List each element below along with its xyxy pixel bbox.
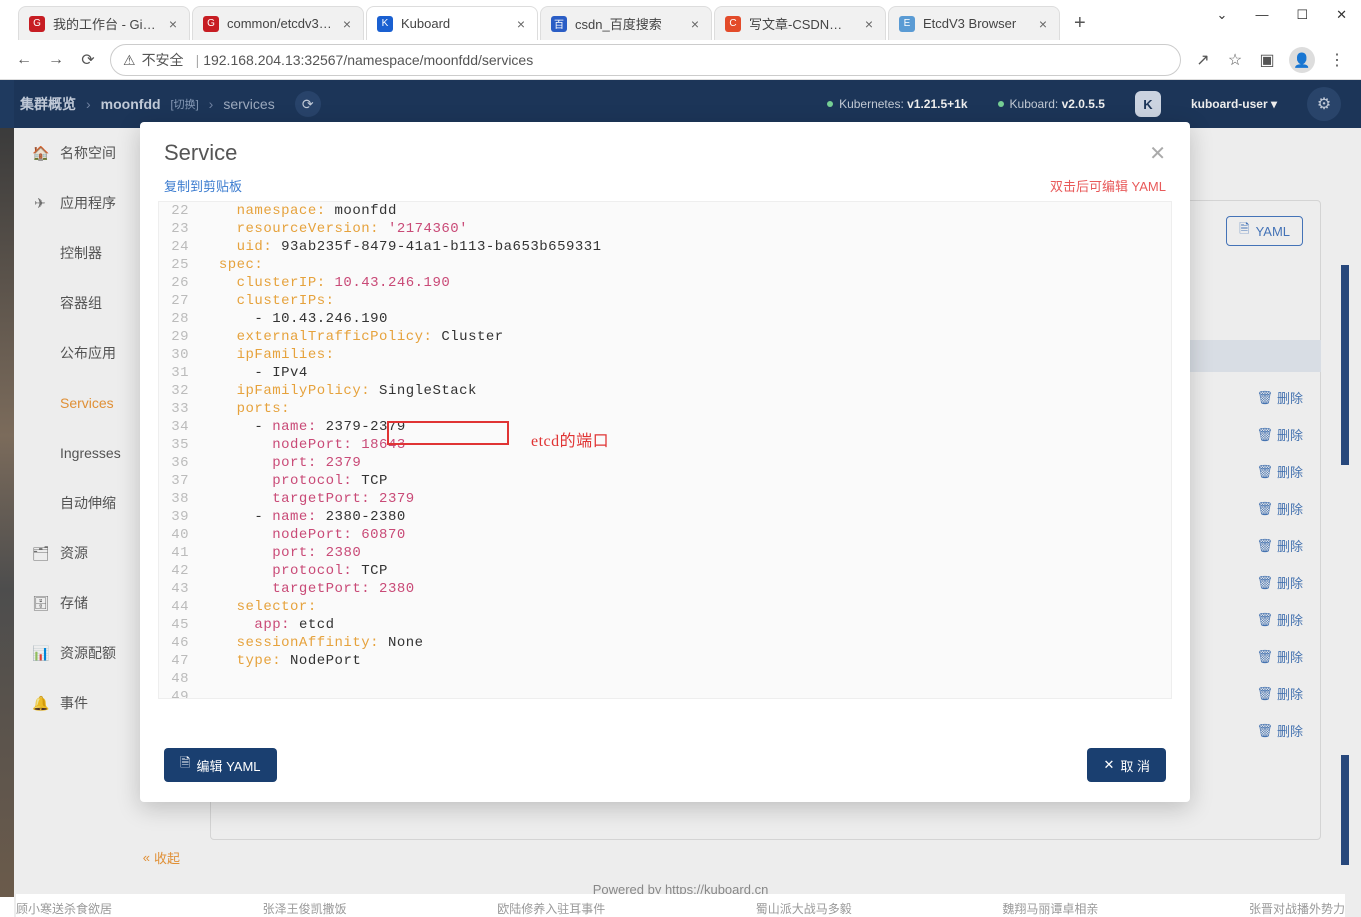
annotation-text: etcd的端口 [531,427,609,451]
headline-item[interactable]: 欧陆修养入驻耳事件 [497,900,605,917]
insecure-warning-icon: ⚠ [123,52,136,69]
annotation-red-box [387,421,509,445]
code-line: 26 clusterIP: 10.43.246.190 [159,274,1171,292]
tab-label: Kuboard [401,16,507,31]
favicon: G [203,16,219,32]
double-click-edit-hint[interactable]: 双击后可编辑 YAML [1050,176,1166,195]
tab-close-icon[interactable]: × [863,16,875,32]
code-line: 23 resourceVersion: '2174360' [159,220,1171,238]
close-icon[interactable]: ✕ [1149,141,1166,166]
browser-tab-0[interactable]: G 我的工作台 - Gitee.c × [18,6,190,40]
tab-label: csdn_百度搜索 [575,14,681,33]
code-line: 41 port: 2380 [159,544,1171,562]
code-line: 36 port: 2379 [159,454,1171,472]
code-line: 37 protocol: TCP [159,472,1171,490]
code-line: 34 - name: 2379-2379 [159,418,1171,436]
yaml-code-area[interactable]: 22 namespace: moonfdd23 resourceVersion:… [158,201,1172,699]
tab-close-icon[interactable]: × [689,16,701,32]
browser-tab-5[interactable]: E EtcdV3 Browser × [888,6,1060,40]
tab-close-icon[interactable]: × [341,16,353,32]
desktop-sliver [0,128,14,897]
modal-title: Service [164,140,237,166]
cancel-button[interactable]: ✕ 取 消 [1087,748,1166,782]
headline-item[interactable]: 张泽王俊凯撒饭 [263,900,347,917]
tab-label: EtcdV3 Browser [923,16,1029,31]
headline-item[interactable]: 顾小寒送杀食欲居 [16,900,112,917]
back-icon[interactable]: ← [14,51,34,69]
code-line: 35 nodePort: 18643 [159,436,1171,454]
edit-icon: 🗎 [180,754,190,776]
bookmark-star-icon[interactable]: ☆ [1225,50,1245,70]
code-line: 38 targetPort: 2379 [159,490,1171,508]
code-line: 45 app: etcd [159,616,1171,634]
edit-yaml-button[interactable]: 🗎 编辑 YAML [164,748,277,782]
copy-to-clipboard-link[interactable]: 复制到剪贴板 [164,176,242,195]
code-line: 39 - name: 2380-2380 [159,508,1171,526]
code-line: 25 spec: [159,256,1171,274]
code-line: 40 nodePort: 60870 [159,526,1171,544]
tab-close-icon[interactable]: × [167,16,179,32]
profile-avatar-icon[interactable]: 👤 [1289,47,1315,73]
kebab-menu-icon[interactable]: ⋮ [1327,50,1347,70]
code-line: 28 - 10.43.246.190 [159,310,1171,328]
address-row: ← → ⟳ ⚠ 不安全 | 192.168.204.13:32567/names… [0,40,1361,80]
window-close-icon[interactable]: ✕ [1336,7,1347,23]
url-text: 192.168.204.13:32567/namespace/moonfdd/s… [203,52,533,68]
code-line: 29 externalTrafficPolicy: Cluster [159,328,1171,346]
favicon: C [725,16,741,32]
code-line: 44 selector: [159,598,1171,616]
code-line: 22 namespace: moonfdd [159,202,1171,220]
browser-chrome: ⌄ — ☐ ✕ G我的工作台 - Gitee.c×Gcommon/etcdv3-… [0,0,1361,80]
code-line: 49 [159,688,1171,699]
code-line: 48 [159,670,1171,688]
code-line: 32 ipFamilyPolicy: SingleStack [159,382,1171,400]
x-icon: ✕ [1103,757,1114,773]
browser-tabs-row: G 我的工作台 - Gitee.c × Gcommon/etcdv3-br × K Kubo… [0,0,1361,40]
address-bar[interactable]: ⚠ 不安全 | 192.168.204.13:32567/namespace/m… [110,44,1181,76]
favicon: 百 [551,16,567,32]
code-line: 24 uid: 93ab235f-8479-41a1-b113-ba653b65… [159,238,1171,256]
os-headlines-strip: 顾小寒送杀食欲居 张泽王俊凯撒饭 欧陆修养入驻耳事件 蜀山派大战马多毅 魏翔马丽谭卓相亲… [16,894,1345,917]
favicon: K [377,16,393,32]
code-line: 27 clusterIPs: [159,292,1171,310]
code-line: 46 sessionAffinity: None [159,634,1171,652]
headline-item[interactable]: 魏翔马丽谭卓相亲 [1002,900,1098,917]
headline-item[interactable]: 张晋对战播外势力 [1249,900,1345,917]
code-line: 42 protocol: TCP [159,562,1171,580]
new-tab-button[interactable]: + [1062,12,1098,35]
window-minimize-icon[interactable]: — [1255,7,1268,23]
forward-icon[interactable]: → [46,51,66,69]
code-line: 31 - IPv4 [159,364,1171,382]
favicon: E [899,16,915,32]
code-line: 33 ports: [159,400,1171,418]
browser-tab-3[interactable]: 百 csdn_百度搜索 × [540,6,712,40]
browser-tab-4[interactable]: C 写文章-CSDN博客 × [714,6,886,40]
code-line: 43 targetPort: 2380 [159,580,1171,598]
code-line: 47 type: NodePort [159,652,1171,670]
headline-item[interactable]: 蜀山派大战马多毅 [756,900,852,917]
window-dropdown-icon[interactable]: ⌄ [1217,7,1228,23]
insecure-label: 不安全 [142,50,184,70]
tab-label: common/etcdv3-br [227,16,333,31]
tab-label: 我的工作台 - Gitee.c [53,14,159,33]
tab-label: 写文章-CSDN博客 [749,14,855,33]
favicon: G [29,16,45,32]
tab-close-icon[interactable]: × [515,16,527,32]
tab-close-icon[interactable]: × [1037,16,1049,32]
reload-icon[interactable]: ⟳ [78,50,98,70]
share-icon[interactable]: ↗ [1193,50,1213,70]
browser-tab-2[interactable]: K Kuboard × [366,6,538,40]
service-yaml-modal: Service ✕ 复制到剪贴板 双击后可编辑 YAML 22 namespac… [140,122,1190,802]
extensions-icon[interactable]: ▣ [1257,50,1277,70]
window-maximize-icon[interactable]: ☐ [1296,7,1308,23]
browser-tab-1[interactable]: Gcommon/etcdv3-br × [192,6,364,40]
code-line: 30 ipFamilies: [159,346,1171,364]
